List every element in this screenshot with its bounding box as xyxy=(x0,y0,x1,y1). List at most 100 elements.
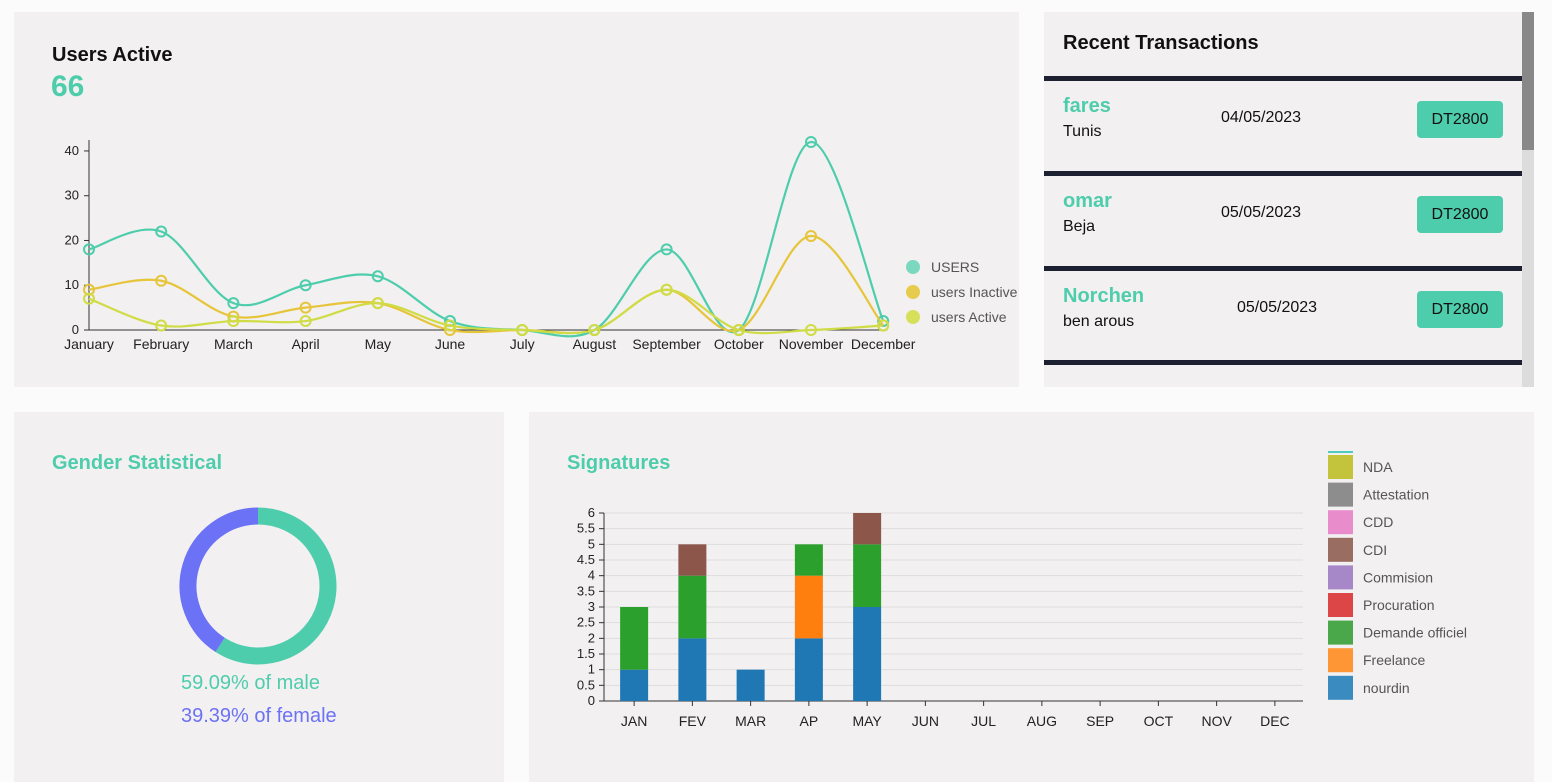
legend-swatch xyxy=(1328,620,1353,645)
legend-label: CDI xyxy=(1363,542,1387,558)
y-tick-label: 40 xyxy=(65,143,79,158)
y-tick-label: 2 xyxy=(588,630,595,645)
transaction-date: 04/05/2023 xyxy=(1221,109,1302,126)
gender-statistical-card: Gender Statistical 59.09% of male 39.39%… xyxy=(14,412,504,782)
recent-transactions-title: Recent Transactions xyxy=(1063,32,1259,54)
transaction-row[interactable]: omar Beja 05/05/2023 DT2800 xyxy=(1044,176,1522,264)
transaction-name: omar xyxy=(1063,190,1112,212)
legend-swatch xyxy=(1328,510,1353,535)
signatures-bar-chart: 00.511.522.533.544.555.56 JAN FEV MAR AP MAY J… xyxy=(577,451,1467,729)
transactions-scrollbar-thumb[interactable] xyxy=(1522,12,1534,150)
x-tick-label: March xyxy=(214,336,253,352)
y-tick-label: 20 xyxy=(65,232,79,247)
y-tick-label: 4.5 xyxy=(577,552,595,567)
legend-swatch xyxy=(1328,537,1353,562)
legend-swatch xyxy=(1328,565,1353,590)
gender-donut-chart xyxy=(179,507,337,665)
users-active-card: Users Active 66 0 10 20 30 40 January February… xyxy=(14,12,1019,387)
x-tick-label: October xyxy=(714,336,764,352)
female-slice xyxy=(179,507,259,653)
bar-segment xyxy=(853,513,882,545)
bar-segment xyxy=(736,669,765,701)
legend-label: users Inactive xyxy=(931,284,1018,300)
x-tick-label: May xyxy=(365,336,391,352)
legend-swatch xyxy=(906,285,920,299)
y-tick-label: 30 xyxy=(65,188,79,203)
x-tick-label: AUG xyxy=(1027,713,1057,729)
recent-transactions-card: Recent Transactions fares Tunis 04/05/20… xyxy=(1044,12,1522,387)
transactions-scrollbar[interactable] xyxy=(1522,12,1534,387)
transaction-divider xyxy=(1044,360,1522,365)
legend-swatch xyxy=(1328,482,1353,507)
x-tick-label: February xyxy=(133,336,189,352)
x-tick-label: July xyxy=(510,336,535,352)
series-line xyxy=(88,234,885,335)
x-tick-label: FEV xyxy=(679,713,707,729)
transaction-row[interactable]: fares Tunis 04/05/2023 DT2800 xyxy=(1044,81,1522,169)
legend-swatch xyxy=(1328,455,1353,479)
bar-segment xyxy=(678,544,707,576)
series-line xyxy=(88,288,884,335)
legend-line xyxy=(1328,451,1353,453)
legend-label: CDD xyxy=(1363,514,1393,530)
transaction-amount-badge[interactable]: DT2800 xyxy=(1417,101,1503,138)
signatures-card: Signatures 0 0.5 1 1.5 2 2.5 3 3.5 4 4.5 5 5.5 6 JAN F… xyxy=(529,412,1534,782)
x-tick-label: SEP xyxy=(1086,713,1114,729)
x-tick-label: DEC xyxy=(1260,713,1290,729)
y-tick-label: 0.5 xyxy=(577,677,595,692)
transaction-amount-badge[interactable]: DT2800 xyxy=(1417,196,1503,233)
y-tick-label: 5.5 xyxy=(577,521,595,536)
x-tick-label: MAR xyxy=(735,713,766,729)
bar-segment xyxy=(678,638,707,701)
x-tick-label: NOV xyxy=(1201,713,1232,729)
bar-segment xyxy=(620,607,649,670)
male-percentage-text: 59.09% of male xyxy=(181,672,320,694)
x-tick-label: JAN xyxy=(621,713,647,729)
legend-label: Attestation xyxy=(1363,487,1429,503)
gender-statistical-title: Gender Statistical xyxy=(52,452,223,474)
legend-label: Commision xyxy=(1363,569,1433,585)
legend-label: Demande officiel xyxy=(1363,625,1467,641)
legend-swatch xyxy=(906,310,920,324)
bar-segment xyxy=(853,544,882,607)
x-tick-label: November xyxy=(779,336,844,352)
transaction-name: fares xyxy=(1063,95,1111,117)
x-tick-label: JUL xyxy=(971,713,996,729)
y-tick-label: 4 xyxy=(588,568,595,583)
x-tick-label: AP xyxy=(800,713,819,729)
transaction-date: 05/05/2023 xyxy=(1237,299,1318,316)
y-tick-label: 0 xyxy=(72,322,79,337)
bar-segment xyxy=(794,544,823,576)
transaction-city: Beja xyxy=(1063,218,1096,235)
y-tick-label: 6 xyxy=(588,505,595,520)
y-tick-label: 3.5 xyxy=(577,583,595,598)
bar-segment xyxy=(853,607,882,701)
x-tick-label: OCT xyxy=(1144,713,1174,729)
series-line xyxy=(88,140,885,338)
x-tick-label: JUN xyxy=(912,713,939,729)
x-tick-label: August xyxy=(573,336,617,352)
transaction-name: Norchen xyxy=(1063,285,1145,307)
legend-label: USERS xyxy=(931,259,979,275)
legend-label: Procuration xyxy=(1363,597,1435,613)
bar-segment xyxy=(794,575,823,639)
legend-label: users Active xyxy=(931,309,1007,325)
bar-segment xyxy=(678,575,707,639)
y-tick-label: 1 xyxy=(588,662,595,677)
transaction-amount-badge[interactable]: DT2800 xyxy=(1417,291,1503,328)
legend-swatch xyxy=(1328,675,1353,700)
transaction-city: ben arous xyxy=(1063,313,1135,330)
transaction-date: 05/05/2023 xyxy=(1221,204,1302,221)
y-tick-label: 1.5 xyxy=(577,646,595,661)
transaction-city: Tunis xyxy=(1063,123,1102,140)
x-tick-label: January xyxy=(64,336,114,352)
legend-swatch xyxy=(1328,593,1353,617)
legend-label: Freelance xyxy=(1363,652,1425,668)
bar-segment xyxy=(620,669,649,701)
x-tick-label: April xyxy=(292,336,320,352)
y-tick-label: 2.5 xyxy=(577,615,595,630)
transaction-row[interactable]: Norchen ben arous 05/05/2023 DT2800 xyxy=(1044,271,1522,359)
legend-label: nourdin xyxy=(1363,680,1410,696)
female-percentage-text: 39.39% of female xyxy=(181,705,337,727)
male-slice xyxy=(215,507,337,665)
